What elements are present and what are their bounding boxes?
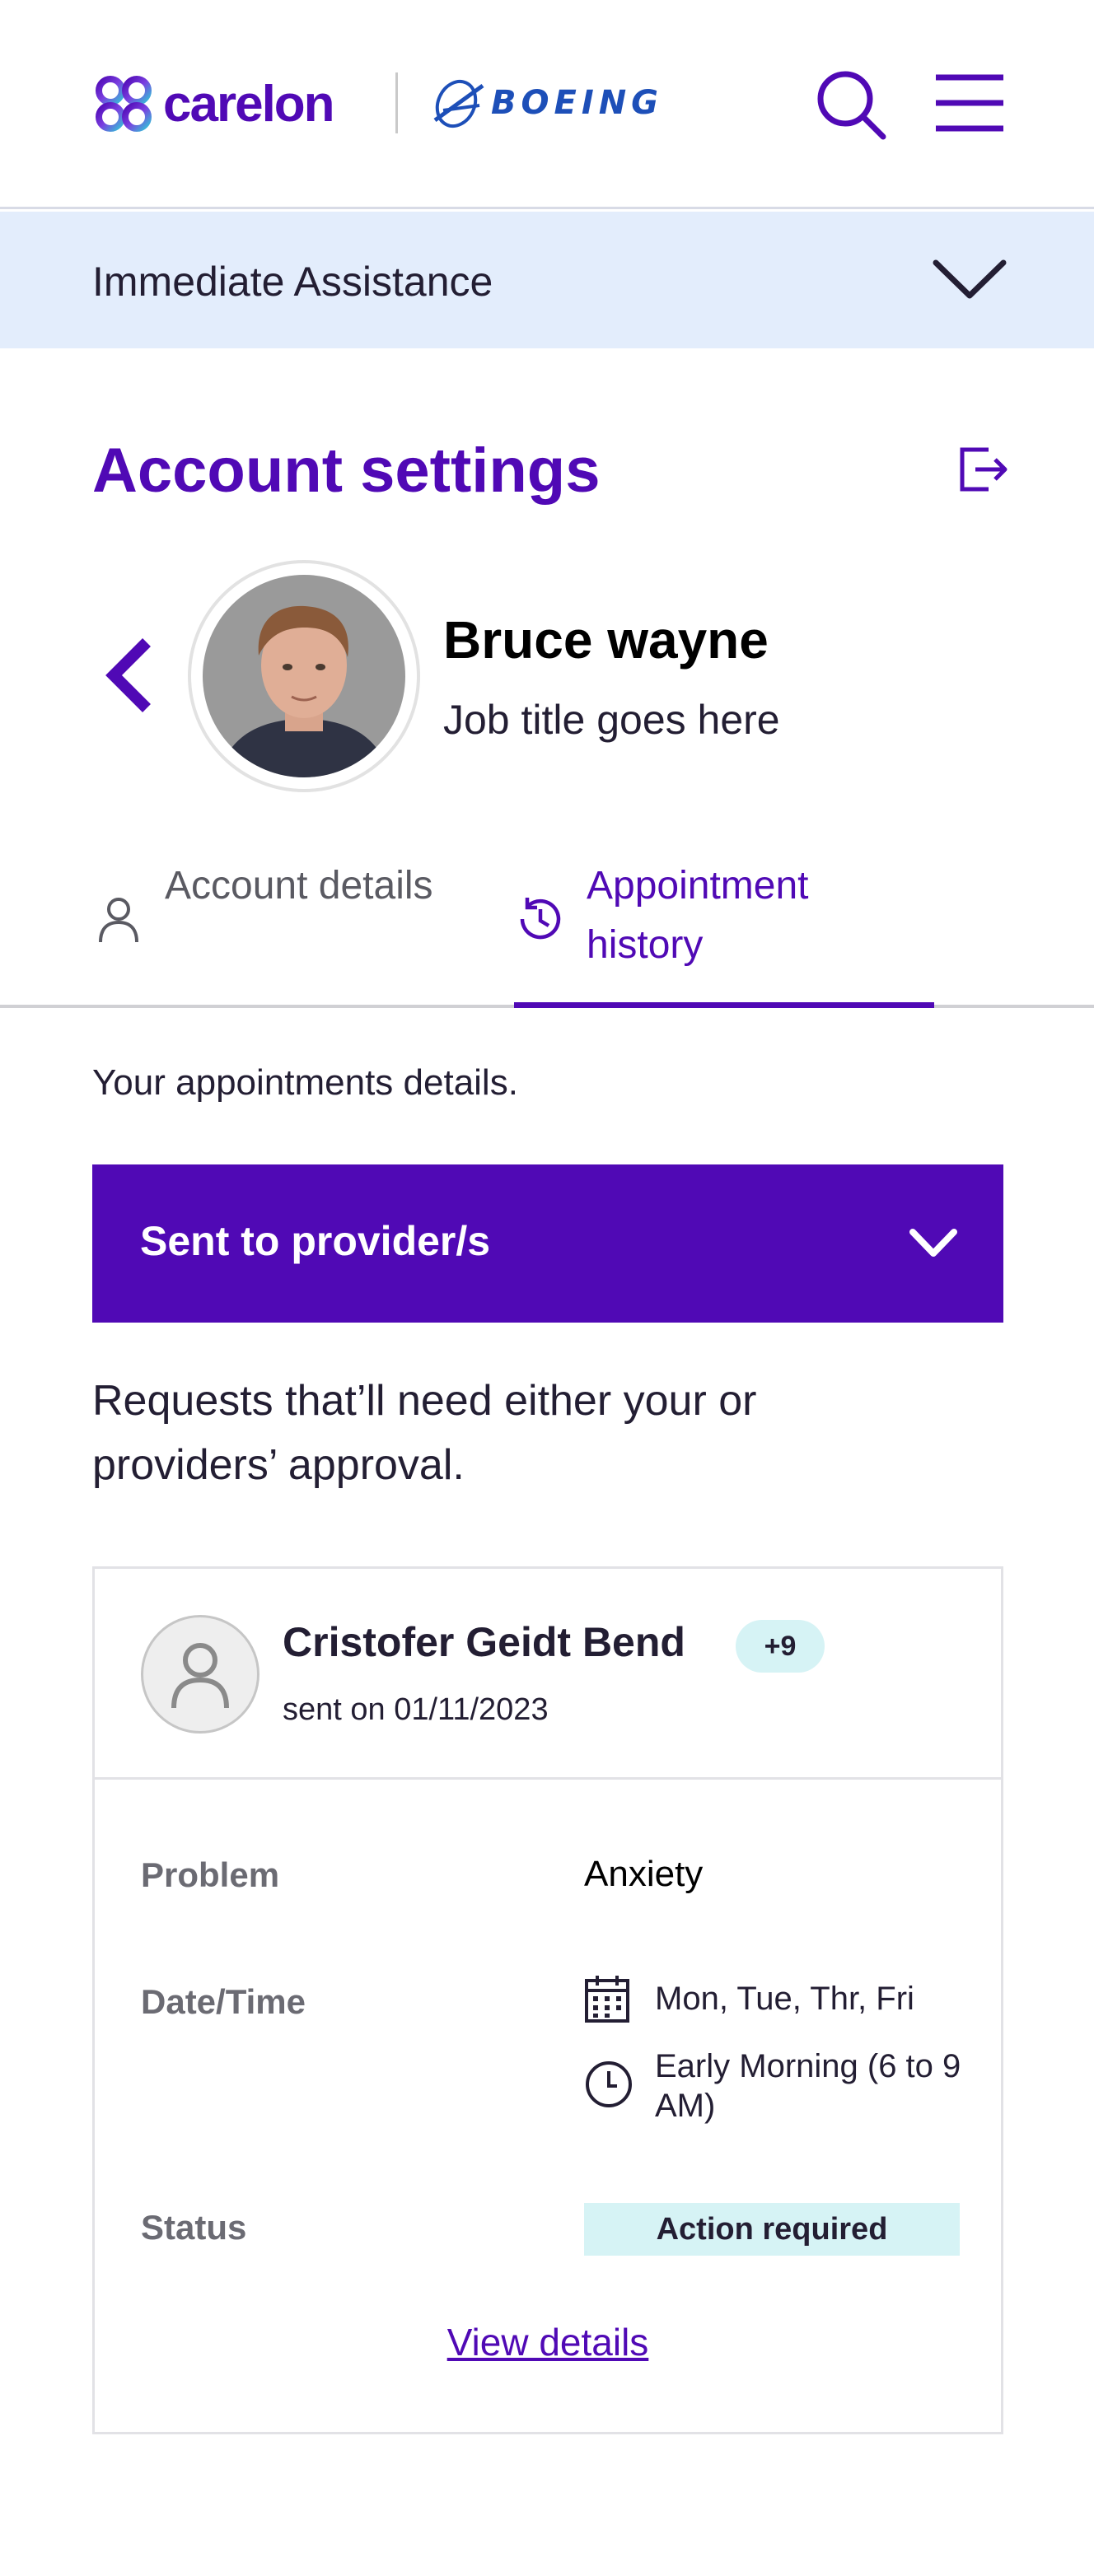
user-icon bbox=[171, 1643, 229, 1709]
boeing-wordmark: BOEING bbox=[491, 84, 664, 122]
problem-label: Problem bbox=[141, 1855, 280, 1894]
tab-appointment-history[interactable]: Appointment history bbox=[514, 856, 934, 1008]
appointment-card-header: Cristofer Geidt Bend +9 sent on 01/11/20… bbox=[95, 1569, 1001, 1780]
settings-tabs: Account details Appointment history bbox=[0, 856, 1094, 1008]
chevron-down-icon bbox=[909, 1229, 957, 1257]
provider-count-badge: +9 bbox=[736, 1620, 825, 1673]
status-dropdown[interactable]: Sent to provider/s bbox=[92, 1164, 1003, 1323]
carelon-logo[interactable]: carelon bbox=[92, 72, 335, 135]
provider-name: Cristofer Geidt Bend bbox=[283, 1619, 685, 1665]
profile-photo bbox=[203, 575, 405, 777]
view-details-link[interactable]: View details bbox=[95, 2320, 1001, 2364]
appointments-intro: Your appointments details. bbox=[92, 1062, 518, 1103]
profile-name: Bruce wayne bbox=[443, 610, 769, 670]
logout-icon[interactable] bbox=[956, 443, 1008, 496]
logo-divider bbox=[395, 72, 398, 133]
hamburger-menu-icon[interactable] bbox=[934, 74, 1005, 132]
profile-avatar[interactable] bbox=[188, 560, 420, 792]
status-label: Status bbox=[141, 2208, 247, 2247]
datetime-label: Date/Time bbox=[141, 1982, 306, 2021]
status-badge: Action required bbox=[584, 2203, 960, 2256]
carelon-logo-icon bbox=[96, 76, 152, 132]
tab-account-details-label: Account details bbox=[165, 864, 433, 908]
immediate-assistance-bar[interactable]: Immediate Assistance bbox=[0, 212, 1094, 348]
boeing-logo-icon bbox=[433, 79, 484, 128]
requests-description: Requests that’ll need either your or pro… bbox=[92, 1377, 757, 1489]
provider-avatar bbox=[141, 1615, 259, 1734]
appointment-days: Mon, Tue, Thr, Fri bbox=[655, 1981, 914, 2017]
back-chevron-icon[interactable] bbox=[99, 634, 165, 716]
immediate-assistance-label: Immediate Assistance bbox=[92, 259, 493, 305]
profile-job-title: Job title goes here bbox=[443, 697, 780, 743]
status-dropdown-label: Sent to provider/s bbox=[140, 1218, 491, 1264]
search-icon[interactable] bbox=[814, 68, 888, 142]
appointment-time: Early Morning (6 to 9 AM) bbox=[655, 2048, 961, 2124]
tab-account-details[interactable]: Account details bbox=[92, 856, 471, 1008]
chevron-down-icon[interactable] bbox=[933, 254, 1007, 304]
history-icon bbox=[520, 898, 561, 940]
user-icon bbox=[99, 898, 138, 943]
carelon-wordmark: carelon bbox=[163, 75, 335, 133]
calendar-icon bbox=[585, 1976, 629, 2023]
problem-value: Anxiety bbox=[584, 1854, 704, 1894]
app-header: carelon BOEING bbox=[0, 0, 1094, 209]
boeing-logo[interactable]: BOEING bbox=[432, 72, 663, 133]
tab-appointment-history-label: Appointment history bbox=[587, 864, 809, 967]
appointment-card: Cristofer Geidt Bend +9 sent on 01/11/20… bbox=[92, 1566, 1003, 2434]
page-title: Account settings bbox=[92, 436, 601, 506]
sent-date: sent on 01/11/2023 bbox=[283, 1692, 549, 1727]
clock-icon bbox=[586, 2061, 632, 2107]
